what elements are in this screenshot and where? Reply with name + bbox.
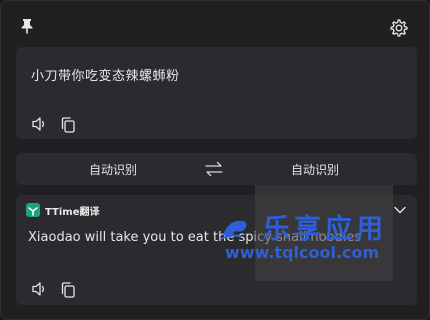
engine-name: TTime翻译	[45, 206, 100, 218]
translation-text: Xiaodao will take you to eat the spicy s…	[28, 230, 362, 245]
speaker-icon[interactable]	[30, 115, 48, 133]
translation-result-card: TTime翻译 Xiaodao will take you to eat the…	[16, 195, 417, 305]
ttime-logo-icon	[26, 203, 40, 217]
title-bar	[1, 1, 429, 45]
pin-icon[interactable]	[18, 17, 36, 35]
target-language-select[interactable]: 自动识别	[291, 161, 339, 178]
language-selector-bar: 自动识别 自动识别	[16, 153, 417, 185]
source-input-card[interactable]: 小刀带你吃变态辣螺蛳粉	[16, 47, 417, 139]
swap-icon[interactable]	[204, 159, 224, 179]
gear-icon[interactable]	[389, 18, 409, 38]
source-language-select[interactable]: 自动识别	[89, 161, 137, 178]
copy-icon[interactable]	[59, 281, 77, 299]
chevron-down-icon[interactable]	[393, 203, 407, 217]
engine-header[interactable]: TTime翻译	[26, 202, 100, 218]
source-text[interactable]: 小刀带你吃变态辣螺蛳粉	[31, 65, 180, 84]
translator-window: 小刀带你吃变态辣螺蛳粉 自动识别 自动识别 TTime翻译 Xiaodao wi…	[0, 0, 430, 320]
copy-icon[interactable]	[59, 116, 77, 134]
speaker-icon[interactable]	[30, 280, 48, 298]
